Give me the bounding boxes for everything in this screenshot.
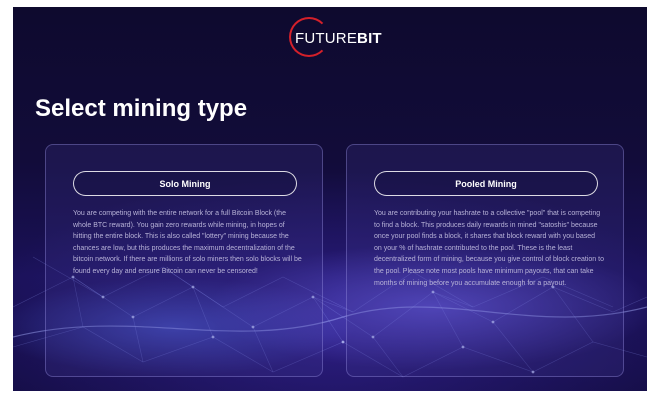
pooled-mining-description: You are contributing your hashrate to a … — [374, 210, 604, 287]
page-title: Select mining type — [35, 95, 248, 122]
pooled-mining-button[interactable]: Pooled Mining — [374, 171, 598, 196]
futurebit-logo: FUTUREBIT — [285, 17, 382, 61]
solo-mining-card: Solo Mining You are competing with the e… — [45, 144, 323, 377]
logo-wordmark: FUTUREBIT — [295, 30, 382, 47]
solo-mining-button[interactable]: Solo Mining — [73, 171, 297, 196]
pooled-mining-card: Pooled Mining You are contributing your … — [346, 144, 624, 377]
solo-mining-description: You are competing with the entire networ… — [73, 210, 302, 275]
app-window: FUTUREBIT Select mining type Solo Mining… — [13, 7, 647, 391]
